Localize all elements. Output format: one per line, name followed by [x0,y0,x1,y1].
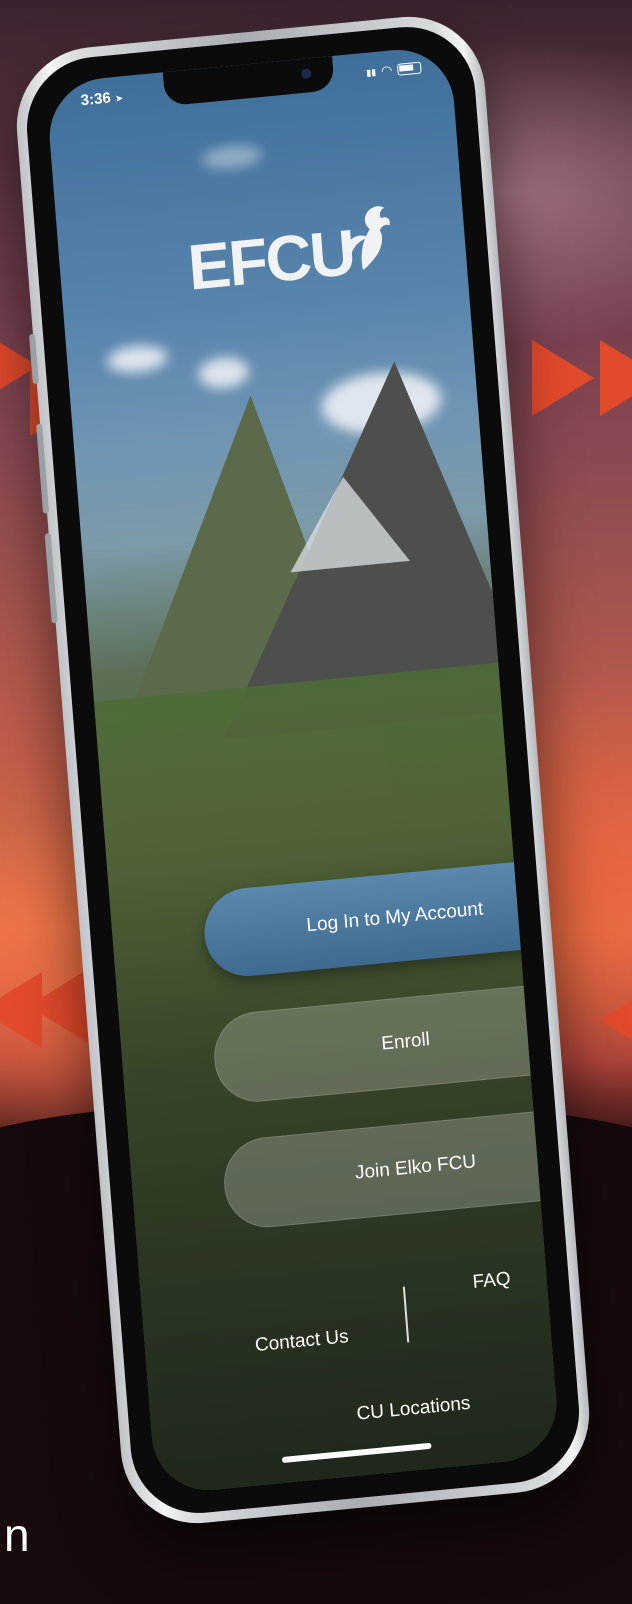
camera-icon [300,68,312,80]
wifi-icon: ◠ [380,62,393,79]
status-time-text: 3:36 [80,89,112,110]
arrow-right-icon [600,340,632,416]
eagle-icon [347,206,391,271]
faq-link[interactable]: FAQ [472,1268,512,1294]
arrow-left-icon [600,982,632,1058]
signal-icon: ▮▮ [365,66,377,78]
promo-background: n 3:36 ➤ ▮▮ ◠ EFCU Log In to My Account … [0,0,632,1604]
battery-icon [396,61,422,76]
arrow-right-icon [532,340,594,416]
corner-text: n [4,1509,30,1561]
location-icon: ➤ [114,93,124,106]
arrow-left-icon [28,968,90,1044]
app-screen: 3:36 ➤ ▮▮ ◠ EFCU Log In to My Account En… [45,44,561,1496]
logo-text: EFCU [185,215,357,304]
